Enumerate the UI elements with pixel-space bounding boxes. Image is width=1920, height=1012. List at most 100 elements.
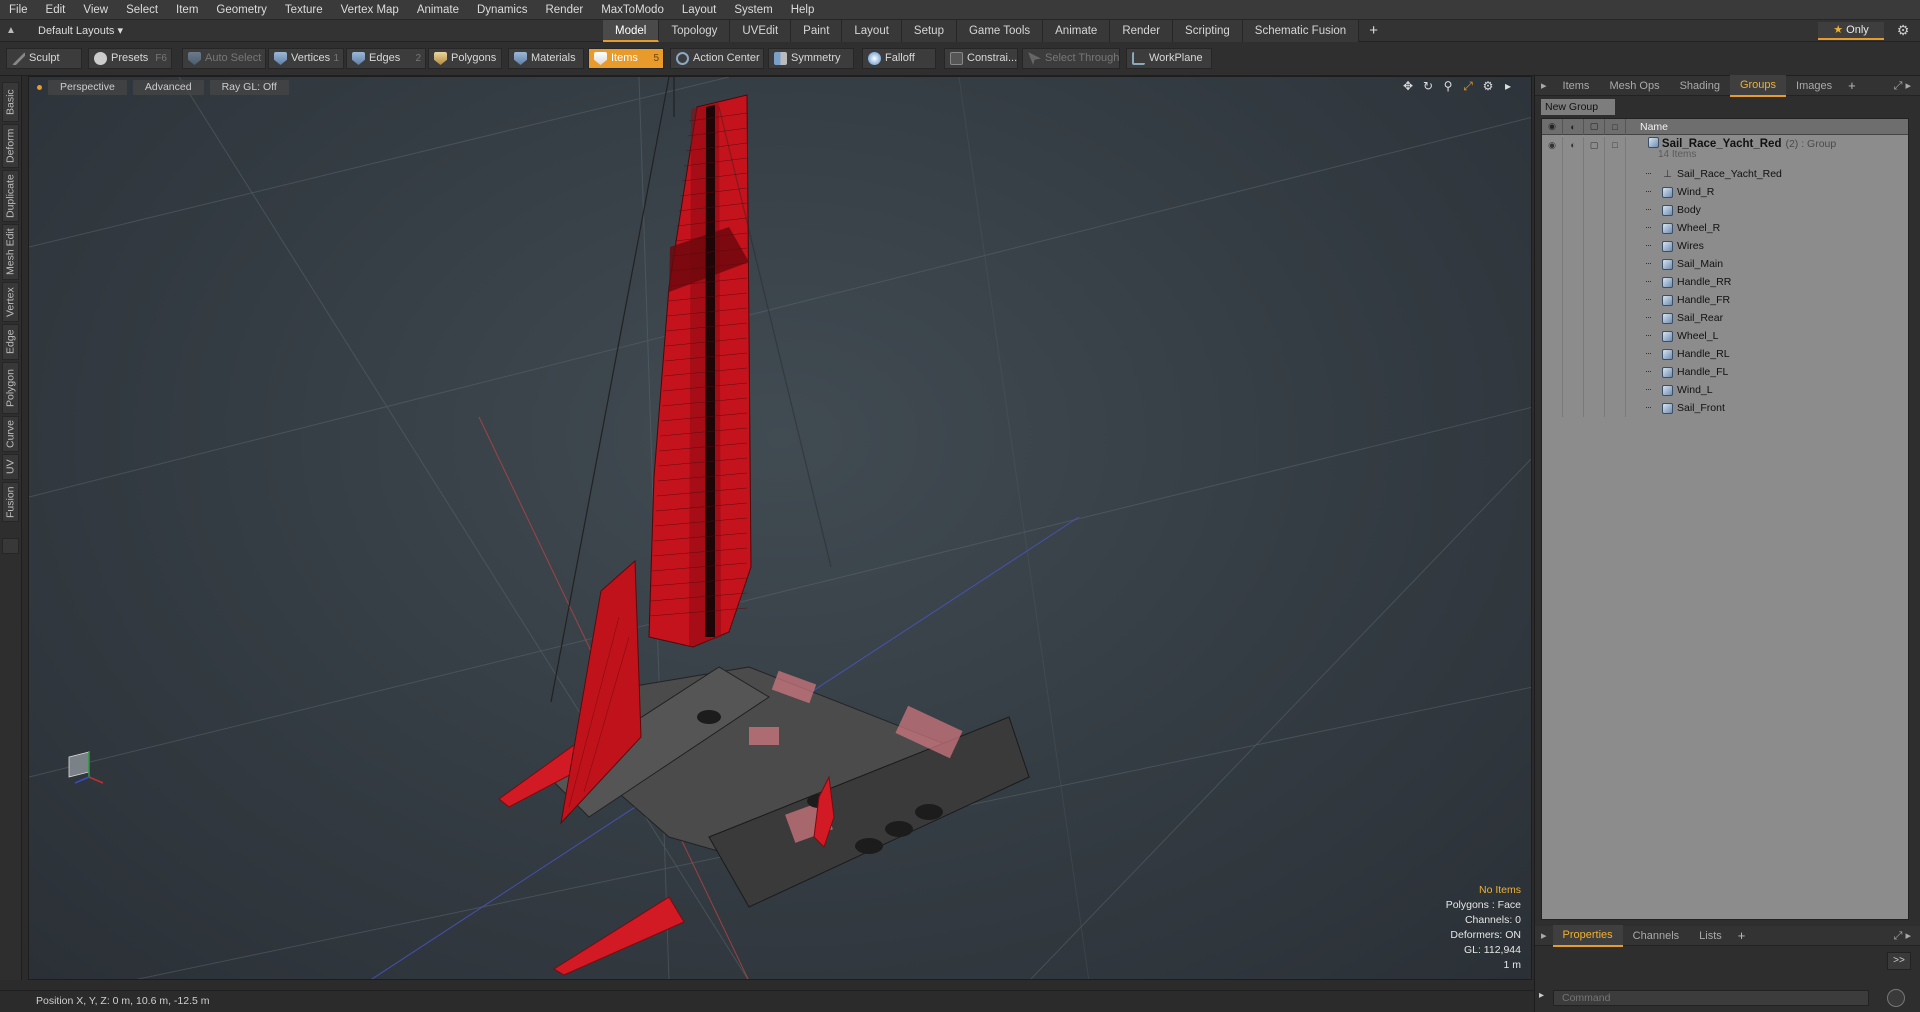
menu-view[interactable]: View bbox=[74, 0, 117, 20]
row-toggle-cell[interactable] bbox=[1605, 219, 1626, 237]
presets-button[interactable]: Presets F6 bbox=[88, 48, 172, 69]
row-toggle-cell[interactable] bbox=[1605, 399, 1626, 417]
menu-edit[interactable]: Edit bbox=[37, 0, 75, 20]
left-tab-basic[interactable]: Basic bbox=[2, 82, 19, 122]
menu-system[interactable]: System bbox=[725, 0, 781, 20]
row-toggle-cell[interactable] bbox=[1605, 381, 1626, 399]
layout-tab-layout[interactable]: Layout bbox=[842, 20, 902, 42]
menu-maxtomodo[interactable]: MaxToModo bbox=[592, 0, 673, 20]
row-toggle-cell[interactable] bbox=[1605, 201, 1626, 219]
row-toggle-cell[interactable] bbox=[1584, 363, 1605, 381]
group-item-row[interactable]: Body bbox=[1542, 201, 1908, 219]
polygons-button[interactable]: Polygons bbox=[428, 48, 502, 69]
name-column-header[interactable]: Name bbox=[1626, 121, 1668, 133]
row-toggle-cell[interactable] bbox=[1563, 309, 1584, 327]
layout-tab-render[interactable]: Render bbox=[1110, 20, 1174, 42]
row-toggle-cell[interactable] bbox=[1563, 255, 1584, 273]
fit-icon[interactable]: ⤢ bbox=[1461, 79, 1475, 94]
select-header-icon[interactable]: □ bbox=[1605, 119, 1626, 135]
group-item-row[interactable]: Wheel_L bbox=[1542, 327, 1908, 345]
3d-viewport[interactable]: Perspective Advanced Ray GL: Off ✥ ↻ ⚲ ⤢… bbox=[28, 76, 1532, 980]
zoom-icon[interactable]: ⚲ bbox=[1441, 79, 1455, 94]
row-toggle-cell[interactable] bbox=[1605, 255, 1626, 273]
panel-tab-images[interactable]: Images bbox=[1786, 76, 1842, 96]
row-toggle-cell[interactable] bbox=[1563, 183, 1584, 201]
row-toggle-cell[interactable] bbox=[1584, 399, 1605, 417]
edges-button[interactable]: Edges 2 bbox=[346, 48, 426, 69]
row-toggle-cell[interactable] bbox=[1584, 273, 1605, 291]
expand-button[interactable]: >> bbox=[1887, 952, 1911, 970]
row-toggle-cell[interactable] bbox=[1584, 345, 1605, 363]
viewport-menu-icon[interactable]: ▸ bbox=[1501, 79, 1515, 94]
row-toggle-cell[interactable] bbox=[1584, 183, 1605, 201]
render-toggle-icon[interactable]: ◐ bbox=[1563, 137, 1584, 165]
left-tab-deform[interactable]: Deform bbox=[2, 124, 19, 168]
visibility-header-icon[interactable]: ◉ bbox=[1542, 119, 1563, 135]
row-toggle-cell[interactable] bbox=[1584, 165, 1605, 183]
row-toggle-cell[interactable] bbox=[1563, 381, 1584, 399]
row-toggle-cell[interactable] bbox=[1542, 219, 1563, 237]
left-tab-toggle-icon[interactable] bbox=[2, 538, 19, 554]
row-toggle-cell[interactable] bbox=[1563, 219, 1584, 237]
row-toggle-cell[interactable] bbox=[1542, 165, 1563, 183]
row-toggle-cell[interactable] bbox=[1542, 399, 1563, 417]
menu-texture[interactable]: Texture bbox=[276, 0, 332, 20]
menu-animate[interactable]: Animate bbox=[408, 0, 468, 20]
left-tab-duplicate[interactable]: Duplicate bbox=[2, 170, 19, 222]
group-item-row[interactable]: Sail_Front bbox=[1542, 399, 1908, 417]
command-input[interactable] bbox=[1553, 990, 1869, 1006]
add-tab-icon[interactable]: + bbox=[1732, 926, 1752, 946]
layout-dropdown[interactable]: Default Layouts ▾ bbox=[22, 24, 142, 37]
menu-help[interactable]: Help bbox=[782, 0, 824, 20]
row-toggle-cell[interactable] bbox=[1542, 345, 1563, 363]
workplane-button[interactable]: WorkPlane bbox=[1126, 48, 1212, 69]
row-toggle-cell[interactable] bbox=[1563, 345, 1584, 363]
menu-file[interactable]: File bbox=[0, 0, 37, 20]
group-item-row[interactable]: Handle_FL bbox=[1542, 363, 1908, 381]
viewport-settings-icon[interactable]: ⚙ bbox=[1481, 79, 1495, 94]
row-toggle-cell[interactable] bbox=[1563, 237, 1584, 255]
row-toggle-cell[interactable] bbox=[1584, 237, 1605, 255]
row-toggle-cell[interactable] bbox=[1605, 309, 1626, 327]
shading-mode-button[interactable]: Advanced bbox=[132, 79, 204, 95]
layout-tab-game-tools[interactable]: Game Tools bbox=[956, 20, 1044, 42]
row-toggle-cell[interactable] bbox=[1605, 291, 1626, 309]
view-type-button[interactable]: Perspective bbox=[48, 79, 127, 95]
layout-tab-animate[interactable]: Animate bbox=[1043, 20, 1111, 42]
visibility-toggle-icon[interactable]: ◉ bbox=[1542, 137, 1563, 165]
layout-tab-schematic-fusion[interactable]: Schematic Fusion bbox=[1242, 20, 1360, 42]
row-toggle-cell[interactable] bbox=[1542, 255, 1563, 273]
panel-tab-mesh-ops[interactable]: Mesh Ops bbox=[1599, 76, 1669, 96]
group-item-row[interactable]: Wires bbox=[1542, 237, 1908, 255]
panel-tab-channels[interactable]: Channels bbox=[1623, 926, 1689, 946]
left-tab-edge[interactable]: Edge bbox=[2, 324, 19, 360]
group-item-row[interactable]: Sail_Main bbox=[1542, 255, 1908, 273]
menu-layout[interactable]: Layout bbox=[673, 0, 726, 20]
row-toggle-cell[interactable] bbox=[1542, 327, 1563, 345]
menu-render[interactable]: Render bbox=[536, 0, 592, 20]
row-toggle-cell[interactable] bbox=[1605, 345, 1626, 363]
row-toggle-cell[interactable] bbox=[1542, 201, 1563, 219]
left-tab-fusion[interactable]: Fusion bbox=[2, 482, 19, 522]
menu-vertex-map[interactable]: Vertex Map bbox=[332, 0, 408, 20]
group-item-row[interactable]: ⊥ Sail_Race_Yacht_Red bbox=[1542, 165, 1908, 183]
falloff-button[interactable]: Falloff bbox=[862, 48, 936, 69]
viewport-options-icon[interactable] bbox=[37, 84, 42, 90]
row-toggle-cell[interactable] bbox=[1605, 363, 1626, 381]
panel-tab-lists[interactable]: Lists bbox=[1689, 926, 1732, 946]
raygl-button[interactable]: Ray GL: Off bbox=[209, 79, 289, 95]
layout-tab-model[interactable]: Model bbox=[603, 20, 660, 42]
select-through-button[interactable]: Select Through bbox=[1022, 48, 1120, 69]
row-toggle-cell[interactable] bbox=[1563, 399, 1584, 417]
group-item-row[interactable]: Wheel_R bbox=[1542, 219, 1908, 237]
select-toggle-icon[interactable]: □ bbox=[1605, 137, 1626, 165]
layout-tab-paint[interactable]: Paint bbox=[791, 20, 843, 42]
materials-button[interactable]: Materials bbox=[508, 48, 584, 69]
row-toggle-cell[interactable] bbox=[1542, 381, 1563, 399]
row-toggle-cell[interactable] bbox=[1563, 165, 1584, 183]
group-item-row[interactable]: Handle_FR bbox=[1542, 291, 1908, 309]
panel-tab-groups[interactable]: Groups bbox=[1729, 74, 1787, 97]
row-toggle-cell[interactable] bbox=[1542, 273, 1563, 291]
left-tab-uv[interactable]: UV bbox=[2, 454, 19, 480]
row-toggle-cell[interactable] bbox=[1584, 291, 1605, 309]
